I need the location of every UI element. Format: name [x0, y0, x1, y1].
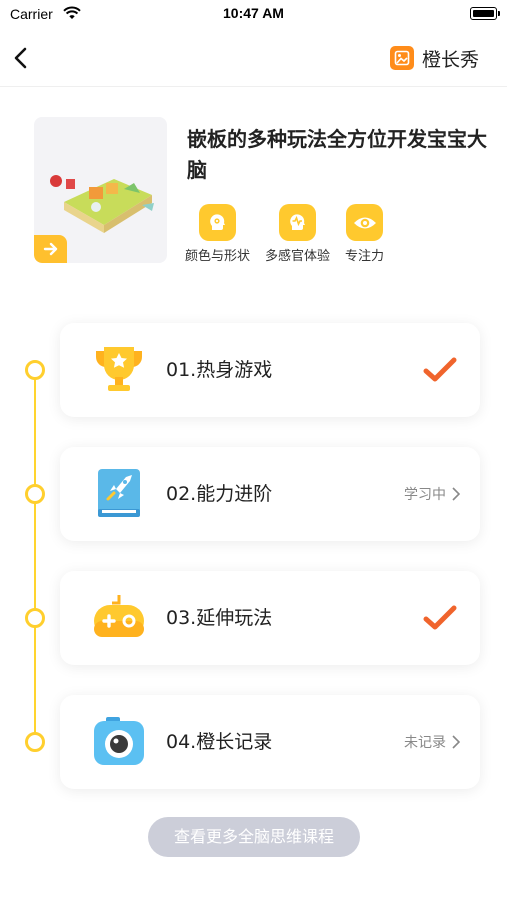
more-courses-button[interactable]: 查看更多全脑思维课程 [148, 817, 360, 857]
brain-pulse-icon [279, 204, 317, 241]
divider [0, 86, 507, 87]
tag-multisensory: 多感官体验 [265, 204, 330, 264]
skill-tags: 颜色与形状 多感官体验 专注力 [185, 204, 399, 264]
tag-label: 颜色与形状 [185, 249, 251, 264]
tag-label: 专注力 [345, 249, 385, 264]
timeline-dot [25, 732, 45, 752]
status-label: 未记录 [404, 735, 446, 751]
show-label: 橙长秀 [421, 48, 479, 71]
step-card-warmup[interactable]: 01.热身游戏 [60, 323, 480, 417]
timeline-dot [25, 608, 45, 628]
step-card-record[interactable]: 04.橙长记录 未记录 [60, 695, 480, 789]
status-label: 学习中 [404, 487, 446, 503]
step-status: 未记录 [404, 695, 460, 789]
gamepad-icon [94, 595, 144, 637]
tag-focus: 专注力 [345, 204, 384, 264]
trophy-icon [96, 347, 142, 391]
timeline-line [34, 370, 36, 742]
step-title: 04.橙长记录 [166, 731, 273, 753]
status-bar: Carrier 10:47 AM [0, 0, 507, 30]
arrow-right-icon [34, 235, 67, 263]
step-card-extension[interactable]: 03.延伸玩法 [60, 571, 480, 665]
tag-label: 多感官体验 [265, 249, 331, 264]
chevron-right-icon [452, 735, 460, 749]
battery-icon [470, 7, 500, 20]
product-thumbnail[interactable] [34, 117, 167, 263]
course-title: 嵌板的多种玩法全方位开发宝宝大脑 [187, 127, 487, 182]
step-title: 02.能力进阶 [166, 483, 273, 505]
nav-bar: 橙长秀 [0, 36, 507, 82]
timeline-dot [25, 360, 45, 380]
check-icon [423, 357, 457, 382]
step-title: 03.延伸玩法 [166, 607, 273, 629]
step-status: 学习中 [404, 447, 460, 541]
timeline-dot [25, 484, 45, 504]
check-icon [423, 605, 457, 630]
clock: 10:47 AM [223, 5, 284, 21]
step-card-advance[interactable]: 02.能力进阶 学习中 [60, 447, 480, 541]
step-title: 01.热身游戏 [166, 359, 273, 381]
brain-gear-icon [199, 204, 236, 241]
tag-color-shape: 颜色与形状 [185, 204, 250, 264]
chevron-right-icon [452, 487, 460, 501]
image-icon [389, 46, 414, 70]
rocket-book-icon [98, 469, 140, 517]
camera-icon [94, 717, 144, 765]
chevron-left-icon[interactable] [8, 44, 36, 72]
show-button[interactable]: 橙长秀 [389, 44, 479, 72]
eye-icon [346, 204, 384, 241]
